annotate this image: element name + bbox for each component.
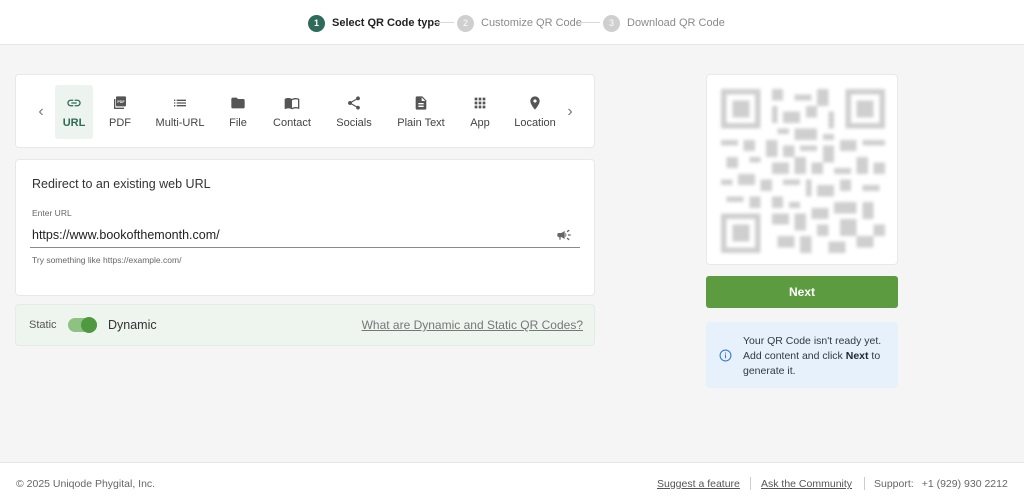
footer-divider bbox=[864, 477, 865, 490]
url-input[interactable] bbox=[30, 222, 580, 248]
step-customize[interactable]: 2 Customize QR Code bbox=[457, 13, 582, 33]
info-icon bbox=[719, 349, 732, 362]
step-divider bbox=[580, 22, 600, 23]
support-info: Support: +1 (929) 930 2212 bbox=[874, 478, 1008, 490]
toggle-knob bbox=[81, 317, 97, 333]
type-label: Socials bbox=[336, 117, 372, 129]
type-file[interactable]: File bbox=[222, 85, 254, 139]
dynamic-static-help-link[interactable]: What are Dynamic and Static QR Codes? bbox=[362, 318, 583, 332]
url-hint: Try something like https://example.com/ bbox=[32, 255, 182, 265]
footer: © 2025 Uniqode Phygital, Inc. Suggest a … bbox=[0, 462, 1024, 504]
step-divider bbox=[434, 22, 454, 23]
url-field-label: Enter URL bbox=[32, 208, 72, 218]
url-entry-card: Redirect to an existing web URL Enter UR… bbox=[15, 159, 595, 296]
type-label: Contact bbox=[273, 117, 311, 129]
location-pin-icon bbox=[530, 96, 540, 110]
type-contact[interactable]: Contact bbox=[270, 85, 314, 139]
ask-community-link[interactable]: Ask the Community bbox=[761, 478, 852, 490]
static-label: Static bbox=[29, 319, 57, 331]
type-label: Location bbox=[514, 117, 556, 129]
list-icon bbox=[174, 99, 186, 107]
step-label: Select QR Code type bbox=[332, 17, 441, 29]
chevron-right-icon[interactable]: › bbox=[563, 103, 577, 121]
type-label: PDF bbox=[109, 117, 131, 129]
step-label: Customize QR Code bbox=[481, 17, 582, 29]
step-number: 2 bbox=[457, 14, 474, 32]
step-download[interactable]: 3 Download QR Code bbox=[603, 13, 725, 33]
footer-divider bbox=[750, 477, 751, 490]
step-number: 1 bbox=[308, 14, 325, 32]
info-next-bold: Next bbox=[845, 350, 869, 362]
qr-preview bbox=[706, 74, 898, 265]
step-number: 3 bbox=[603, 14, 620, 32]
type-pdf[interactable]: PDF PDF bbox=[102, 85, 138, 139]
type-app[interactable]: App bbox=[465, 85, 495, 139]
type-multi-url[interactable]: Multi-URL bbox=[151, 85, 209, 139]
next-button[interactable]: Next bbox=[706, 276, 898, 308]
contact-book-icon bbox=[284, 98, 300, 110]
folder-icon bbox=[231, 97, 245, 109]
document-icon bbox=[415, 96, 427, 110]
link-icon bbox=[67, 99, 81, 107]
info-note: Your QR Code isn't ready yet. Add conten… bbox=[706, 322, 898, 388]
megaphone-icon[interactable] bbox=[556, 227, 572, 243]
app-grid-icon bbox=[474, 97, 486, 109]
share-icon bbox=[348, 96, 360, 110]
stepper-bar: 1 Select QR Code type 2 Customize QR Cod… bbox=[0, 0, 1024, 45]
type-label: URL bbox=[62, 117, 86, 129]
dynamic-label: Dynamic bbox=[108, 318, 157, 332]
step-select-type[interactable]: 1 Select QR Code type bbox=[308, 13, 440, 33]
type-label: App bbox=[470, 117, 490, 129]
suggest-feature-link[interactable]: Suggest a feature bbox=[657, 478, 740, 490]
type-socials[interactable]: Socials bbox=[332, 85, 376, 139]
type-label: Plain Text bbox=[397, 117, 445, 129]
dynamic-toggle-bar: Static Dynamic What are Dynamic and Stat… bbox=[15, 304, 595, 346]
type-plain-text[interactable]: Plain Text bbox=[394, 85, 448, 139]
info-text: Your QR Code isn't ready yet. Add conten… bbox=[743, 335, 882, 377]
type-url[interactable]: URL bbox=[55, 85, 93, 139]
qr-code-image bbox=[721, 89, 885, 253]
copyright-text: © 2025 Uniqode Phygital, Inc. bbox=[16, 478, 156, 490]
pdf-icon: PDF bbox=[114, 96, 126, 109]
svg-text:PDF: PDF bbox=[117, 100, 125, 104]
chevron-left-icon[interactable]: ‹ bbox=[34, 103, 48, 121]
step-label: Download QR Code bbox=[627, 17, 725, 29]
section-heading: Redirect to an existing web URL bbox=[32, 177, 211, 191]
type-location[interactable]: Location bbox=[511, 85, 559, 139]
type-label: File bbox=[229, 117, 247, 129]
type-label: Multi-URL bbox=[155, 117, 205, 129]
support-phone[interactable]: +1 (929) 930 2212 bbox=[922, 478, 1008, 490]
support-label: Support: bbox=[874, 478, 914, 490]
dynamic-toggle-switch[interactable] bbox=[68, 317, 97, 333]
qr-type-selector: ‹ URL PDF PDF Multi-URL File Contact Soc… bbox=[15, 74, 595, 148]
